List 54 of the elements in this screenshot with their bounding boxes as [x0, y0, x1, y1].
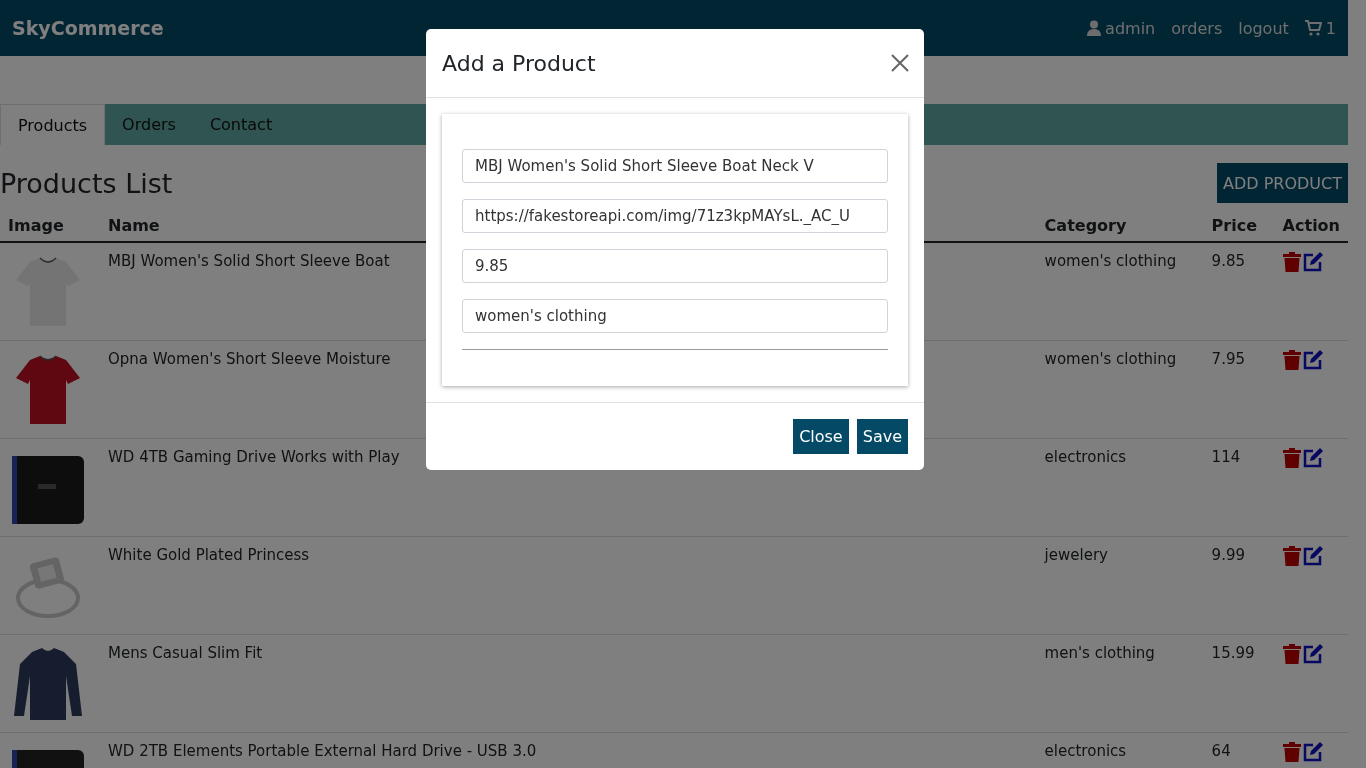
brand-logo[interactable]: SkyCommerce — [12, 17, 164, 39]
table-cell: women's clothing — [1044, 350, 1177, 368]
add-product-button[interactable]: ADD PRODUCT — [1217, 163, 1348, 203]
nav-link[interactable]: logout — [1238, 18, 1289, 38]
input-field[interactable]: 9.85 — [462, 249, 888, 283]
tab[interactable]: Products — [0, 104, 106, 145]
table-cell: 9.99 — [1211, 546, 1245, 564]
nav-link[interactable]: orders — [1171, 18, 1223, 38]
page-title: Products List — [0, 168, 173, 201]
delete-icon[interactable] — [1282, 252, 1301, 272]
table-cell: WD 2TB Elements Portable External Hard Drive - USB 3.0 — [108, 742, 537, 760]
input-field[interactable]: https://fakestoreapi.com/img/71z3kpMAYsL._AC_U — [462, 199, 888, 233]
delete-icon[interactable] — [1282, 546, 1301, 566]
user-icon — [1087, 20, 1102, 36]
table-cell: 7.95 — [1211, 350, 1245, 368]
dialog-button[interactable]: Close — [793, 419, 849, 454]
edit-icon[interactable] — [1302, 742, 1323, 762]
delete-icon[interactable] — [1282, 448, 1301, 468]
input-field[interactable]: MBJ Women's Solid Short Sleeve Boat Neck V — [462, 149, 888, 183]
table-cell: 15.99 — [1211, 644, 1255, 662]
table-cell: men's clothing — [1044, 644, 1155, 662]
table-cell: MBJ Women's Solid Short Sleeve Boat — [108, 252, 390, 270]
column-header: Price — [1203, 210, 1275, 242]
edit-icon[interactable] — [1302, 448, 1323, 468]
edit-icon[interactable] — [1302, 350, 1323, 370]
user-link[interactable]: admin — [1087, 18, 1156, 38]
cart-icon — [1304, 20, 1322, 36]
table-cell: Opna Women's Short Sleeve Moisture — [108, 350, 391, 368]
delete-icon[interactable] — [1282, 350, 1301, 370]
close-icon[interactable] — [890, 53, 910, 73]
delete-icon[interactable] — [1282, 742, 1301, 762]
edit-icon[interactable] — [1302, 644, 1323, 664]
input-field[interactable]: women's clothing — [462, 299, 888, 333]
table-cell: 9.85 — [1211, 252, 1245, 270]
column-header: Category — [1036, 210, 1204, 242]
column-header: Action — [1274, 210, 1348, 242]
table-cell: women's clothing — [1044, 252, 1177, 270]
table-cell: jewelery — [1044, 546, 1108, 564]
tab[interactable]: Contact — [192, 104, 290, 145]
table-cell: electronics — [1044, 742, 1127, 760]
dialog-button[interactable]: Save — [856, 419, 908, 454]
table-cell: 114 — [1211, 448, 1241, 466]
table-cell: White Gold Plated Princess — [108, 546, 310, 564]
edit-icon[interactable] — [1302, 546, 1323, 566]
tab[interactable]: Orders — [105, 104, 193, 145]
table-cell: WD 4TB Gaming Drive Works with Play — [108, 448, 400, 466]
table-cell: 64 — [1211, 742, 1231, 760]
table-cell: Mens Casual Slim Fit — [108, 644, 263, 662]
table-cell: electronics — [1044, 448, 1127, 466]
cart-link[interactable]: 1 — [1304, 18, 1336, 38]
modal-title: Add a Product — [442, 50, 596, 76]
column-header: Image — [0, 210, 100, 242]
edit-icon[interactable] — [1302, 252, 1323, 272]
delete-icon[interactable] — [1282, 644, 1301, 664]
